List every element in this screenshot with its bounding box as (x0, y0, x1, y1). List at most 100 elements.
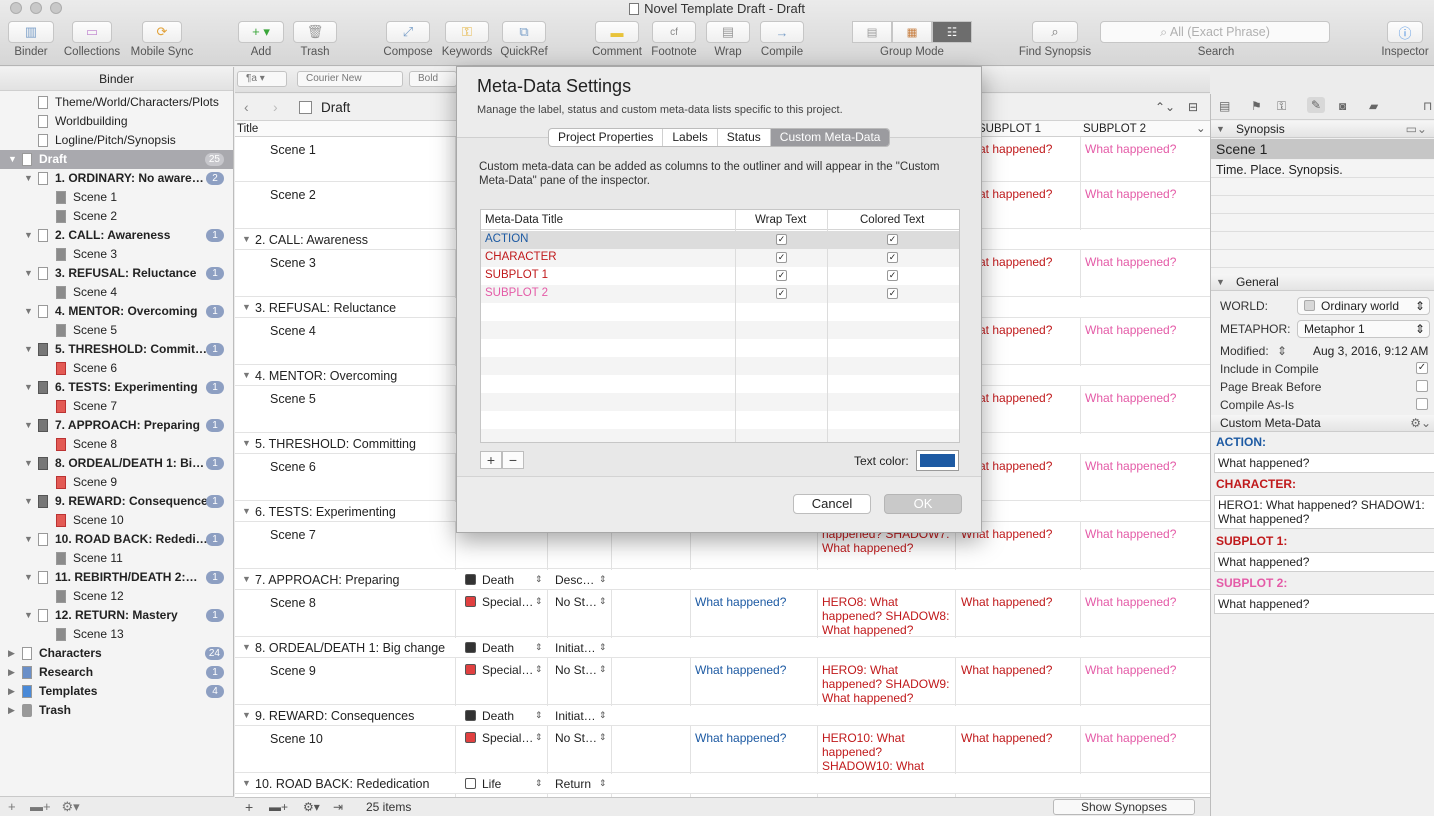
tab-labels[interactable]: Labels (663, 129, 718, 146)
binder-item[interactable]: Scene 4 (0, 283, 233, 302)
add-folder-icon[interactable]: ▬+ (269, 798, 288, 816)
disclosure-down-icon[interactable]: ▼ (24, 606, 33, 625)
binder-item[interactable]: ▼ 8. ORDEAL/DEATH 1: Bi… 1 (0, 454, 233, 473)
binder-item[interactable]: ▼ 7. APPROACH: Preparing 1 (0, 416, 233, 435)
colored-text-checkbox[interactable]: ✓ (887, 288, 898, 299)
wrap-text-checkbox[interactable]: ✓ (776, 234, 787, 245)
binder-item[interactable]: ▼ Draft 25 (0, 150, 233, 169)
metadata-title[interactable]: ACTION (485, 233, 528, 245)
custom-field-value[interactable]: HERO1: What happened? SHADOW1: What happ… (1214, 495, 1434, 529)
compile-button[interactable]: → Compile (757, 21, 807, 58)
disclosure-down-icon[interactable]: ▼ (242, 370, 251, 380)
label-cell[interactable]: Death (465, 573, 514, 587)
binder-item[interactable]: ▼ 9. REWARD: Consequences 1 (0, 492, 233, 511)
disclosure-down-icon[interactable]: ▼ (8, 150, 17, 169)
subplot2-cell[interactable]: What happened? (1085, 595, 1176, 609)
binder-item[interactable]: ▶ Trash (0, 701, 233, 720)
bookmark-icon[interactable]: ⚑ (1251, 99, 1262, 113)
binder-item[interactable]: Scene 1 (0, 188, 233, 207)
metadata-title[interactable]: SUBPLOT 2 (485, 287, 548, 299)
trash-button[interactable]: 🗑 Trash (293, 21, 337, 58)
column-subplot-1[interactable]: SUBPLOT 1 (978, 121, 1041, 137)
page-break-checkbox[interactable] (1416, 380, 1428, 392)
collections-button[interactable]: ▭ Collections (62, 21, 122, 58)
outliner-folder-row[interactable]: ▼ 10. ROAD BACK: Rededication Life ⇕ Return ⇕ (235, 774, 1210, 794)
disclosure-down-icon[interactable]: ▼ (242, 574, 251, 584)
search-input[interactable]: ⌕ All (Exact Phrase) (1100, 21, 1330, 43)
disclosure-down-icon[interactable]: ▼ (24, 340, 33, 359)
custom-field-value[interactable]: What happened? (1214, 453, 1434, 473)
disclosure-down-icon[interactable]: ▼ (24, 378, 33, 397)
gear-icon[interactable]: ⚙▾ (303, 798, 320, 816)
wrap-text-checkbox[interactable]: ✓ (776, 288, 787, 299)
wrap-button[interactable]: ▤ Wrap (705, 21, 751, 58)
status-cell[interactable]: No St… (555, 595, 597, 609)
disclosure-down-icon[interactable]: ▼ (24, 416, 33, 435)
add-button[interactable]: + ▾ Add (238, 21, 284, 58)
binder-item[interactable]: Scene 5 (0, 321, 233, 340)
binder-item[interactable]: ▼ 3. REFUSAL: Reluctance 1 (0, 264, 233, 283)
gear-icon[interactable]: ⚙▾ (61, 799, 79, 814)
metadata-title[interactable]: CHARACTER (485, 251, 557, 263)
subplot2-cell[interactable]: What happened? (1085, 731, 1176, 745)
disclosure-down-icon[interactable]: ▼ (24, 492, 33, 511)
lock-icon[interactable]: ⊓ (1423, 99, 1432, 113)
footnote-button[interactable]: cf Footnote (649, 21, 699, 58)
disclosure-right-icon[interactable]: ▶ (8, 663, 15, 682)
binder-item[interactable]: ▶ Characters 24 (0, 644, 233, 663)
binder-item[interactable]: Scene 6 (0, 359, 233, 378)
binder-item[interactable]: ▶ Templates 4 (0, 682, 233, 701)
custom-field-value[interactable]: What happened? (1214, 552, 1434, 572)
wrap-text-checkbox[interactable]: ✓ (776, 270, 787, 281)
outliner-folder-row[interactable]: ▼ 7. APPROACH: Preparing Death ⇕ Desc… ⇕ (235, 570, 1210, 590)
action-cell[interactable]: What happened? (695, 663, 786, 677)
compose-button[interactable]: ⤢ Compose (382, 21, 434, 58)
binder-item[interactable]: Scene 9 (0, 473, 233, 492)
subplot2-cell[interactable]: What happened? (1085, 142, 1176, 156)
font-family-menu[interactable]: Courier New (297, 71, 403, 87)
tab-custom-meta-data[interactable]: Custom Meta-Data (770, 129, 890, 146)
forward-arrow-icon[interactable]: › (273, 94, 278, 121)
metadata-row[interactable]: ACTION ✓ ✓ (481, 231, 959, 249)
include-compile-checkbox[interactable]: ✓ (1416, 362, 1428, 374)
disclosure-down-icon[interactable]: ▼ (24, 226, 33, 245)
binder-button[interactable]: ▥ Binder (8, 21, 54, 58)
disclosure-right-icon[interactable]: ▶ (8, 682, 15, 701)
back-arrow-icon[interactable]: ‹ (244, 94, 249, 121)
status-cell[interactable]: No St… (555, 663, 597, 677)
colored-text-checkbox[interactable]: ✓ (887, 270, 898, 281)
font-style-menu[interactable]: Bold (409, 71, 457, 87)
cancel-button[interactable]: Cancel (793, 494, 871, 514)
paragraph-style-menu[interactable]: ¶a ▾ (237, 71, 287, 87)
inspector-button[interactable]: ⓘ Inspector (1378, 21, 1432, 58)
outliner-scene-row[interactable]: Scene 10 Special… ⇕ No St… ⇕ What happened? HE… (235, 727, 1210, 787)
metadata-row[interactable]: SUBPLOT 1 ✓ ✓ (481, 267, 959, 285)
disclosure-down-icon[interactable]: ▼ (242, 710, 251, 720)
binder-item[interactable]: ▼ 2. CALL: Awareness 1 (0, 226, 233, 245)
binder-item[interactable]: Scene 11 (0, 549, 233, 568)
up-down-arrows-icon[interactable]: ⌃⌄ (1155, 94, 1175, 121)
column-title[interactable]: Title (237, 121, 258, 137)
label-cell[interactable]: Life (465, 777, 501, 791)
compile-as-is-checkbox[interactable] (1416, 398, 1428, 410)
disclosure-down-icon[interactable]: ▼ (242, 438, 251, 448)
binder-item[interactable]: ▼ 5. THRESHOLD: Commit… 1 (0, 340, 233, 359)
subplot2-cell[interactable]: What happened? (1085, 255, 1176, 269)
binder-item[interactable]: ▼ 11. REBIRTH/DEATH 2:… 1 (0, 568, 233, 587)
corkboard-mode-button[interactable]: ▦ (892, 21, 932, 43)
disclosure-down-icon[interactable]: ▼ (24, 302, 33, 321)
disclosure-down-icon[interactable]: ▼ (24, 530, 33, 549)
subplot1-cell[interactable]: What happened? (961, 595, 1052, 609)
add-metadata-button[interactable]: + (480, 451, 502, 469)
synopsis-title[interactable]: Scene 1 (1211, 139, 1434, 159)
disclosure-down-icon[interactable]: ▼ (24, 264, 33, 283)
colored-text-checkbox[interactable]: ✓ (887, 234, 898, 245)
status-cell[interactable]: No St… (555, 731, 597, 745)
subplot2-cell[interactable]: What happened? (1085, 663, 1176, 677)
mobile-sync-button[interactable]: ⟳ Mobile Sync (128, 21, 196, 58)
label-cell[interactable]: Special… (465, 595, 533, 609)
outliner-folder-row[interactable]: ▼ 8. ORDEAL/DEATH 1: Big change Death ⇕ Init… (235, 638, 1210, 658)
comments-icon[interactable]: ▰ (1369, 99, 1378, 113)
custom-field-value[interactable]: What happened? (1214, 594, 1434, 614)
binder-item[interactable]: Theme/World/Characters/Plots (0, 93, 233, 112)
